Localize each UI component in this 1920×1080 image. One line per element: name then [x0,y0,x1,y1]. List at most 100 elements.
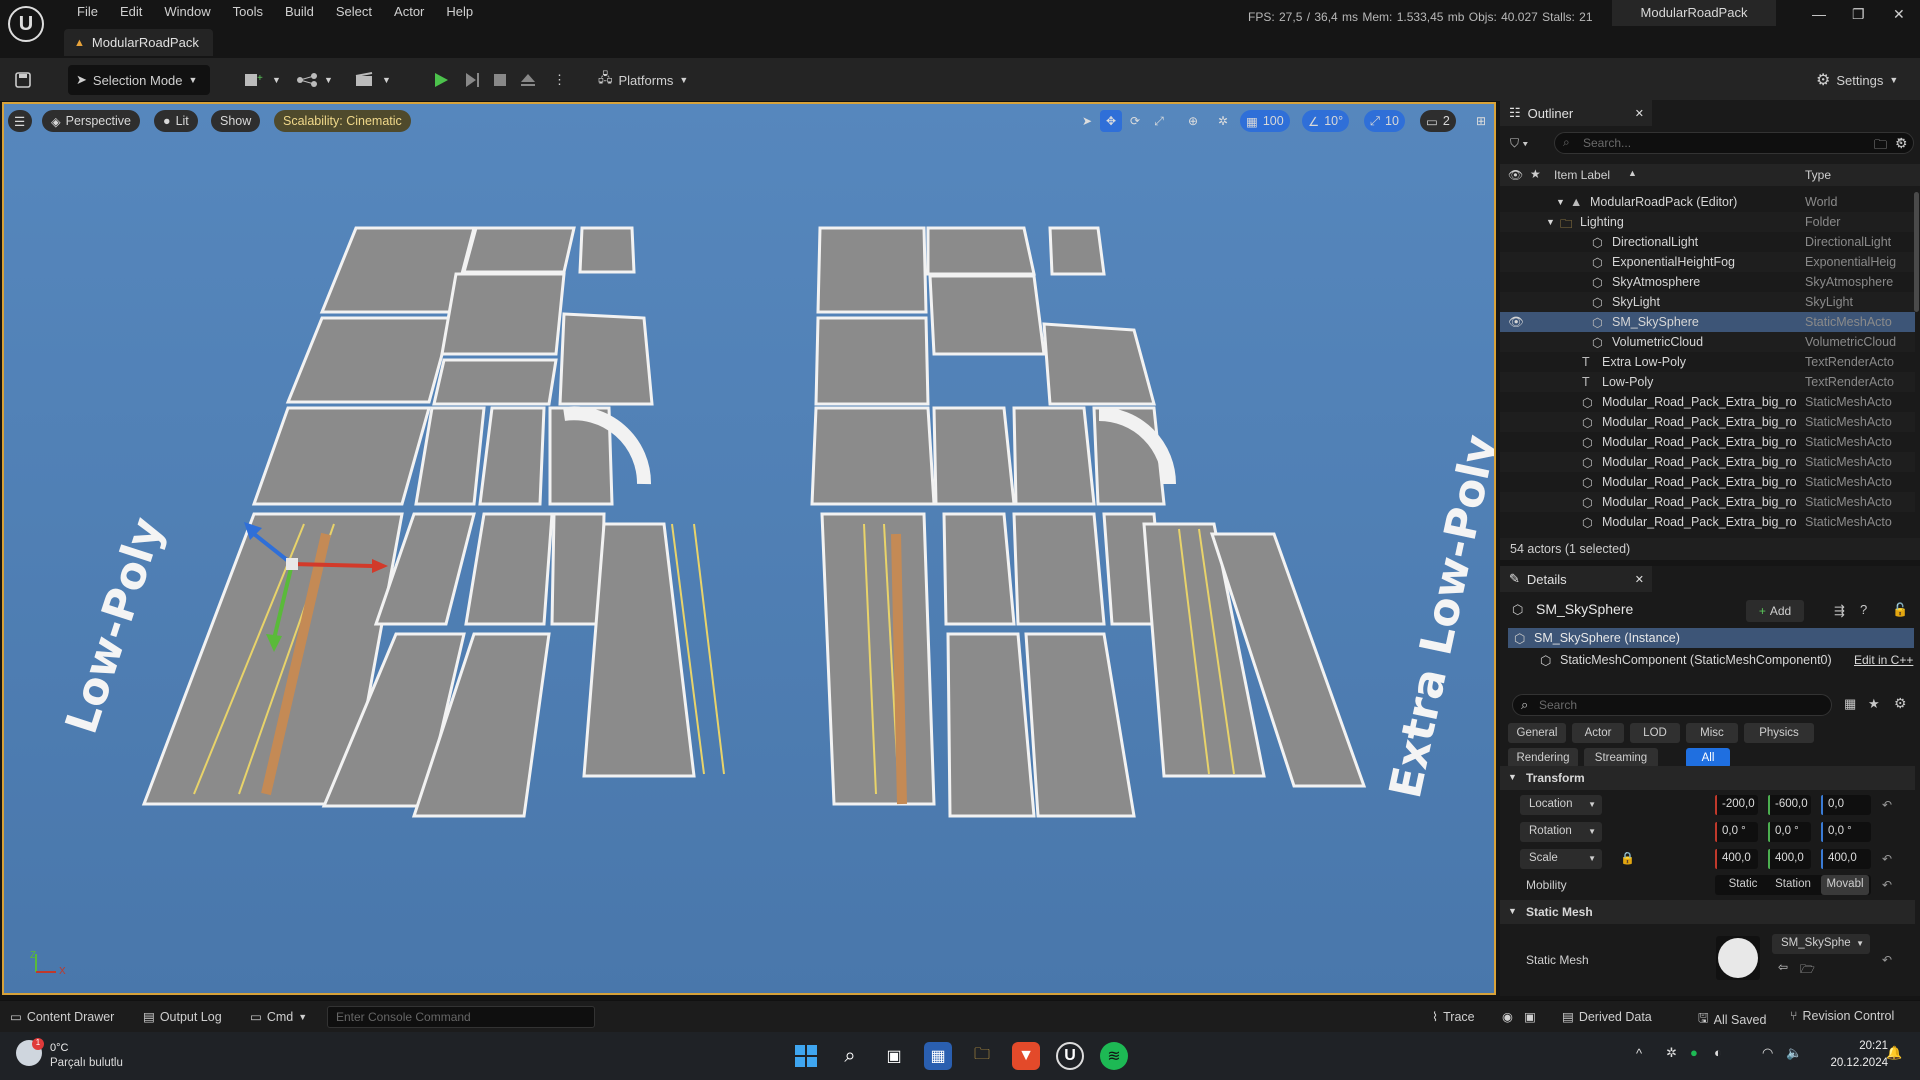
gear-icon[interactable]: ⚙ [1895,135,1908,152]
rotation-x-field[interactable]: 0,0 ° [1715,822,1758,842]
console-input[interactable]: Enter Console Command [327,1006,595,1028]
eye-icon[interactable]: 👁 [1508,168,1523,182]
restore-icon[interactable]: ❐ [1852,6,1865,23]
add-actor-icon[interactable]: + ▼ [244,65,281,95]
select-tool-icon[interactable]: ➤ [1076,110,1098,132]
show-button[interactable]: Show [211,110,261,132]
scene-render[interactable] [4,104,1496,995]
outliner-row[interactable]: ⬡ SkyAtmosphere SkyAtmosphere [1500,272,1915,292]
viewport-menu-icon[interactable]: ☰ [8,110,32,132]
outliner-row[interactable]: ⬡ Modular_Road_Pack_Extra_big_ro StaticMes… [1500,512,1915,532]
blueprint-icon[interactable]: ▼ [296,65,333,95]
surface-snap-icon[interactable]: ✲ [1212,110,1234,132]
rotation-z-field[interactable]: 0,0 ° [1821,822,1871,842]
spotify-icon[interactable]: ≋ [1100,1042,1128,1070]
tray-app-icon[interactable]: ✲ [1666,1045,1677,1061]
revision-control-button[interactable]: ⑂ Revision Control [1790,1009,1894,1023]
browse-arrow-icon[interactable]: ⇦ [1778,960,1788,974]
task-view-icon[interactable]: ▣ [880,1042,908,1070]
component-row[interactable]: ⬡ StaticMeshComponent (StaticMeshCompone… [1508,650,1914,670]
rotation-y-field[interactable]: 0,0 ° [1768,822,1811,842]
outliner-scrollbar[interactable] [1914,192,1919,312]
eject-button[interactable] [519,65,537,95]
selection-mode-dropdown[interactable]: ➤ Selection Mode ▼ [68,65,210,95]
item-label-column[interactable]: Item Label [1554,168,1610,182]
add-folder-icon[interactable]: 🗀 [1874,136,1887,158]
rotation-snap-toggle[interactable]: ∠ 10° [1302,110,1350,132]
mesh-thumbnail[interactable] [1716,936,1760,980]
level-viewport[interactable]: Low-Poly Extra Low-Poly Z X ☰ ◈ Perspect… [2,102,1496,995]
close-tab-icon[interactable]: ✕ [1635,573,1644,586]
scalability-badge[interactable]: Scalability: Cinematic [274,110,411,132]
rotation-dropdown[interactable]: Rotation ▼ [1520,822,1602,842]
mobility-static[interactable]: Static [1719,875,1767,895]
category-tab-actor[interactable]: Actor [1572,723,1624,743]
outliner-row[interactable]: ⬡ SkyLight SkyLight [1500,292,1915,312]
menu-file[interactable]: File [66,3,109,21]
star-icon[interactable]: ★ [1530,167,1541,181]
add-component-button[interactable]: + Add [1746,600,1804,622]
transform-section[interactable]: ▼ Transform [1500,766,1915,790]
expand-arrow-icon[interactable]: ▼ [1556,197,1565,207]
close-window-icon[interactable]: ✕ [1893,6,1905,23]
category-tab-general[interactable]: General [1508,723,1566,743]
details-search-input[interactable]: ⌕ Search [1512,694,1832,716]
content-drawer-button[interactable]: ▭ Content Drawer [10,1009,114,1025]
menu-build[interactable]: Build [274,3,325,21]
outliner-row[interactable]: ▼ ▲ ModularRoadPack (Editor) World [1500,192,1915,212]
outliner-row[interactable]: T Extra Low-Poly TextRenderActo [1500,352,1915,372]
volume-icon[interactable]: 🔈 [1786,1045,1802,1061]
category-tab-lod[interactable]: LOD [1630,723,1680,743]
menu-edit[interactable]: Edit [109,3,153,21]
category-tab-streaming[interactable]: Streaming [1584,748,1658,768]
outliner-row[interactable]: ⬡ ExponentialHeightFog ExponentialHeig [1500,252,1915,272]
platforms-dropdown[interactable]: 🖧 Platforms ▼ [598,65,688,95]
table-view-icon[interactable]: ▦ [1844,696,1856,712]
outliner-row[interactable]: ▼ 🗀 Lighting Folder [1500,212,1915,232]
outliner-row[interactable]: ⬡ Modular_Road_Pack_Extra_big_ro StaticMes… [1500,472,1915,492]
rotate-tool-icon[interactable]: ⟳ [1124,110,1146,132]
minimize-icon[interactable]: — [1812,6,1826,22]
scale-x-field[interactable]: 400,0 [1715,849,1758,869]
viewport-layout-icon[interactable]: ⊞ [1470,110,1492,132]
record-icon[interactable]: ◉ [1502,1009,1513,1024]
eye-icon[interactable]: 👁 [1508,315,1524,330]
reset-icon[interactable]: ↶ [1882,878,1892,892]
lock-icon[interactable]: 🔓 [1892,602,1908,618]
unreal-taskbar-icon[interactable]: U [1056,1042,1084,1070]
trace-button[interactable]: ⌇ Trace [1432,1009,1475,1025]
blueprint-convert-icon[interactable]: ⇶ [1834,603,1845,619]
outliner-row[interactable]: ⬡ Modular_Road_Pack_Extra_big_ro StaticMes… [1500,412,1915,432]
scale-y-field[interactable]: 400,0 [1768,849,1811,869]
menu-actor[interactable]: Actor [383,3,435,21]
steam-icon[interactable]: ◐ [1714,1045,1722,1060]
scale-z-field[interactable]: 400,0 [1821,849,1871,869]
level-tab[interactable]: ▲ ModularRoadPack [64,29,213,56]
all-saved-button[interactable]: 🖫 All Saved [1698,1009,1766,1030]
outliner-row[interactable]: ⬡ Modular_Road_Pack_Extra_big_ro StaticMes… [1500,392,1915,412]
location-y-field[interactable]: -600,0 [1768,795,1811,815]
file-explorer-icon[interactable]: 🗀 [968,1042,996,1070]
mobility-movable[interactable]: Movabl [1821,875,1869,895]
windows-start-icon[interactable] [792,1042,820,1070]
cmd-dropdown[interactable]: ▭ Cmd ▼ [250,1009,307,1025]
scale-tool-icon[interactable]: ⤢ [1148,110,1170,132]
close-tab-icon[interactable]: ✕ [1635,107,1644,120]
store-icon[interactable]: ▦ [924,1042,952,1070]
location-x-field[interactable]: -200,0 [1715,795,1758,815]
outliner-tab[interactable]: ☷ Outliner ✕ [1500,100,1652,126]
lit-button[interactable]: ● Lit [154,110,198,132]
outliner-row[interactable]: ⬡ VolumetricCloud VolumetricCloud [1500,332,1915,352]
gear-icon[interactable]: ⚙ [1894,695,1907,712]
instance-row[interactable]: ⬡ SM_SkySphere (Instance) [1508,628,1914,648]
settings-dropdown[interactable]: ⚙ Settings ▼ [1816,65,1898,95]
menu-window[interactable]: Window [153,3,221,21]
play-button[interactable] [432,65,450,95]
bell-icon[interactable]: 🔔 [1886,1045,1902,1061]
outliner-row[interactable]: ⬡ Modular_Road_Pack_Extra_big_ro StaticMes… [1500,432,1915,452]
static-mesh-dropdown[interactable]: SM_SkySphe ▼ [1772,934,1870,954]
category-tab-physics[interactable]: Physics [1744,723,1814,743]
location-z-field[interactable]: 0,0 [1821,795,1871,815]
outliner-row[interactable]: ⬡ Modular_Road_Pack_Extra_big_ro StaticMes… [1500,452,1915,472]
tray-spotify-icon[interactable]: ● [1690,1045,1698,1060]
